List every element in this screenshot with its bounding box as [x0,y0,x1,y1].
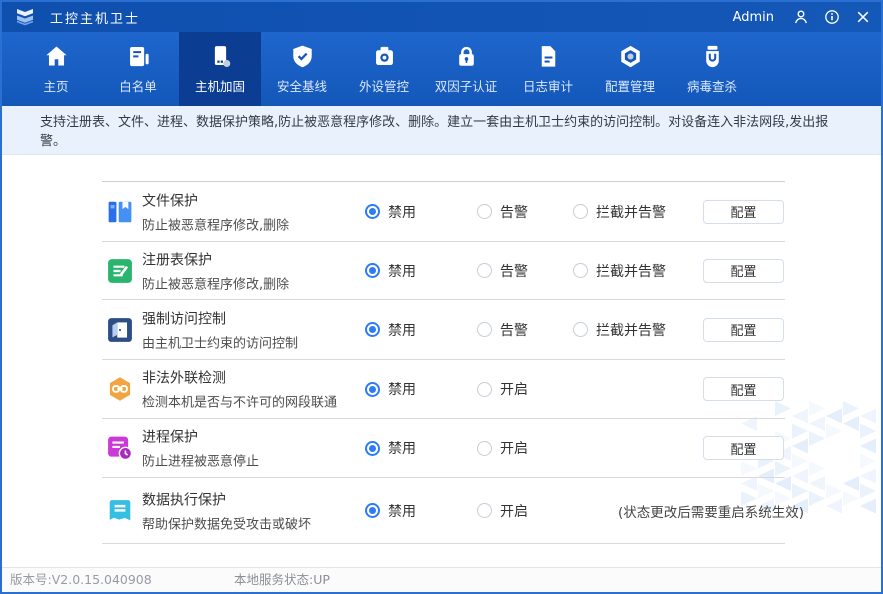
config-button[interactable]: 配置 [703,436,784,460]
titlebar: 工控主机卫士 Admin [2,2,881,32]
row-registry-protection: 注册表保护 防止被恶意程序修改,删除 禁用 告警 拦截并告警 配置 [102,242,785,300]
radio-disable[interactable]: 禁用 [365,202,416,222]
process-protection-icon [107,435,133,461]
module-description: 支持注册表、文件、进程、数据保护策略,防止被恶意程序修改、删除。建立一套由主机卫… [2,106,881,155]
radio-disable[interactable]: 禁用 [365,501,416,521]
home-icon [43,43,70,70]
row-process-protection: 进程保护 防止进程被恶意停止 禁用 开启 配置 [102,419,785,478]
tab-security-baseline[interactable]: 安全基线 [261,32,343,106]
feature-title: 文件保护 [142,190,289,210]
feature-subtitle: 检测本机是否与不许可的网段联通 [142,392,337,411]
radio-enable[interactable]: 开启 [477,379,528,399]
feature-subtitle: 防止进程被恶意停止 [142,451,259,470]
radio-alert[interactable]: 告警 [477,261,528,281]
feature-title: 注册表保护 [142,249,289,269]
row-dep-protection: 数据执行保护 帮助保护数据免受攻击或破坏 禁用 开启 (状态更改后需要重启系统生… [102,478,785,544]
radio-block-alert[interactable]: 拦截并告警 [573,261,666,281]
dep-protection-icon [107,498,133,524]
info-icon[interactable] [824,9,840,25]
app-logo-icon [14,6,36,28]
radio-enable[interactable]: 开启 [477,438,528,458]
radio-alert[interactable]: 告警 [477,320,528,340]
tab-host-hardening[interactable]: 主机加固 [179,32,261,106]
nav-bar: 主页 白名单 主机加固 安全基线 [2,32,881,106]
user-icon[interactable] [793,9,809,25]
tab-log-audit[interactable]: 日志审计 [507,32,589,106]
feature-subtitle: 由主机卫士约束的访问控制 [142,332,298,351]
tab-home[interactable]: 主页 [15,32,97,106]
feature-table: 文件保护 防止被恶意程序修改,删除 禁用 告警 拦截并告警 配置 注册表保护 防… [102,181,785,544]
radio-enable[interactable]: 开启 [477,501,528,521]
radio-disable[interactable]: 禁用 [365,438,416,458]
version-label: 版本号:V2.0.15.040908 [10,568,152,592]
peripheral-icon [371,43,398,70]
whitelist-icon [125,43,152,70]
radio-disable[interactable]: 禁用 [365,379,416,399]
feature-title: 进程保护 [142,427,259,447]
config-button[interactable]: 配置 [703,200,784,224]
radio-block-alert[interactable]: 拦截并告警 [573,202,666,222]
file-protection-icon [107,199,133,225]
network-detection-icon [107,376,133,402]
feature-title: 强制访问控制 [142,308,298,328]
radio-disable[interactable]: 禁用 [365,261,416,281]
access-control-icon [107,317,133,343]
config-button[interactable]: 配置 [703,377,784,401]
feature-subtitle: 防止被恶意程序修改,删除 [142,273,289,292]
restart-note: (状态更改后需要重启系统生效) [618,501,804,521]
radio-alert[interactable]: 告警 [477,202,528,222]
feature-subtitle: 防止被恶意程序修改,删除 [142,214,289,233]
tab-two-factor-auth[interactable]: 双因子认证 [425,32,507,106]
feature-subtitle: 帮助保护数据免受攻击或破坏 [142,513,311,532]
service-status-label: 本地服务状态:UP [234,568,330,592]
host-hardening-icon [207,43,234,70]
tab-virus-scan[interactable]: 病毒查杀 [671,32,753,106]
radio-disable[interactable]: 禁用 [365,320,416,340]
config-hexagon-icon [617,43,644,70]
status-bar: 版本号:V2.0.15.040908 本地服务状态:UP [2,567,881,592]
feature-title: 非法外联检测 [142,368,337,388]
registry-protection-icon [107,258,133,284]
main-content: 文件保护 防止被恶意程序修改,删除 禁用 告警 拦截并告警 配置 注册表保护 防… [2,155,881,567]
shield-check-icon [289,43,316,70]
tab-whitelist[interactable]: 白名单 [97,32,179,106]
tab-config-management[interactable]: 配置管理 [589,32,671,106]
row-illegal-connection-detection: 非法外联检测 检测本机是否与不许可的网段联通 禁用 开启 配置 [102,360,785,419]
tab-peripheral-control[interactable]: 外设管控 [343,32,425,106]
close-icon[interactable] [855,9,871,25]
row-file-protection: 文件保护 防止被恶意程序修改,删除 禁用 告警 拦截并告警 配置 [102,182,785,242]
user-label: Admin [733,10,774,25]
app-title: 工控主机卫士 [50,8,140,27]
config-button[interactable]: 配置 [703,318,784,342]
log-file-icon [535,43,562,70]
feature-title: 数据执行保护 [142,489,311,509]
lock-icon [453,43,480,70]
radio-block-alert[interactable]: 拦截并告警 [573,320,666,340]
virus-scan-icon [699,43,726,70]
config-button[interactable]: 配置 [703,259,784,283]
row-access-control: 强制访问控制 由主机卫士约束的访问控制 禁用 告警 拦截并告警 配置 [102,300,785,360]
app-window: 工控主机卫士 Admin 主页 [0,0,883,594]
